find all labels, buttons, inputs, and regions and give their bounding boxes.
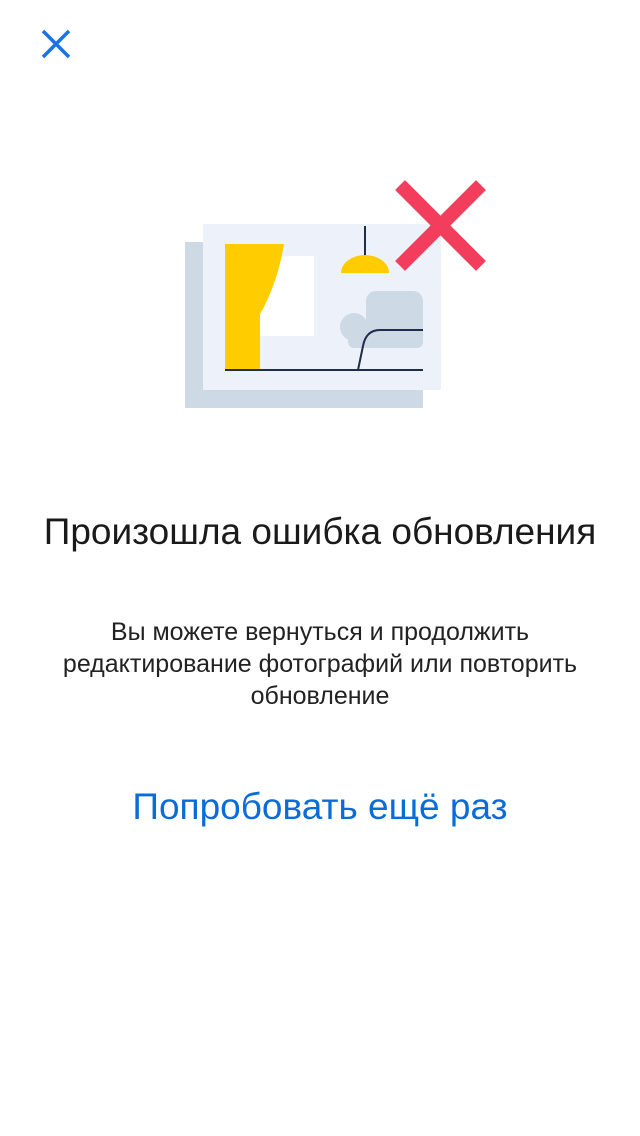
close-button[interactable]	[28, 16, 84, 72]
error-message: Вы можете вернуться и продолжить редакти…	[62, 618, 578, 710]
retry-button[interactable]: Попробовать ещё раз	[60, 782, 580, 832]
broken-photo-illustration	[185, 180, 486, 408]
close-icon	[41, 29, 71, 59]
error-title: Произошла ошибка обновления	[43, 511, 597, 552]
